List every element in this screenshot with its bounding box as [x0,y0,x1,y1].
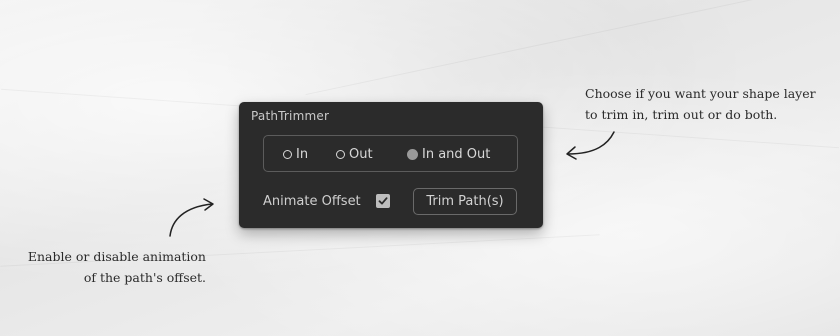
trim-paths-button[interactable]: Trim Path(s) [413,188,517,215]
offset-annotation-line1: Enable or disable animation [27,249,206,264]
radio-in[interactable]: In [283,147,308,162]
radio-out-indicator [336,150,345,159]
mode-annotation-line1: Choose if you want your shape layer [585,86,816,101]
radio-in-and-out[interactable]: In and Out [407,147,490,162]
mode-annotation: Choose if you want your shape layer to t… [585,83,825,125]
offset-annotation-line2: of the path's offset. [83,270,206,285]
radio-in-and-out-indicator [407,149,418,160]
radio-in-label: In [296,147,309,162]
offset-annotation: Enable or disable animation of the path'… [16,246,206,288]
trim-mode-group: In Out In and Out [263,135,518,172]
radio-in-indicator [283,150,292,159]
paper-crease [305,0,815,96]
hand-drawn-arrow-icon [566,131,615,160]
animate-offset-checkbox[interactable] [376,194,390,208]
animate-offset-label: Animate Offset [263,194,361,209]
panel-title: PathTrimmer [251,109,330,123]
mode-annotation-line2: to trim in, trim out or do both. [585,107,778,122]
checkmark-icon [378,197,388,205]
pathtrimmer-panel: PathTrimmer In Out In and Out Animate Of… [239,102,543,228]
radio-out[interactable]: Out [336,147,373,162]
hand-drawn-arrow-icon [169,198,214,237]
radio-in-and-out-label: In and Out [422,147,491,162]
radio-out-label: Out [349,147,373,162]
